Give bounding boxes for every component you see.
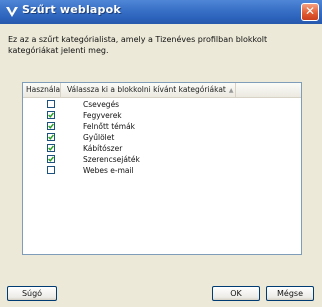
list-item[interactable]: Webes e-mail — [23, 165, 301, 176]
list-item[interactable]: Felnőtt témák — [23, 121, 301, 132]
close-button[interactable]: ✕ — [301, 3, 319, 21]
title-bar[interactable]: Szűrt weblapok ✕ — [0, 0, 322, 24]
category-label: Csevegés — [83, 100, 120, 109]
checkmark-icon — [48, 112, 54, 118]
checkmark-icon — [48, 134, 54, 140]
column-header-category[interactable]: Válassza ki a blokkolni kívánt kategóriá… — [61, 83, 236, 97]
column-header-usage[interactable]: Használa... — [23, 83, 61, 97]
category-label: Fegyverek — [83, 111, 122, 120]
list-item[interactable]: Szerencsejáték — [23, 154, 301, 165]
list-item[interactable]: Fegyverek — [23, 110, 301, 121]
list-item[interactable]: Csevegés — [23, 99, 301, 110]
category-checkbox-checked[interactable] — [47, 133, 55, 141]
category-checkbox[interactable] — [47, 100, 55, 108]
checkmark-icon — [48, 123, 54, 129]
checkmark-icon — [48, 156, 54, 162]
help-button[interactable]: Súgó — [7, 286, 57, 301]
list-rows: Csevegés Fegyverek Felnőtt témák Gyűlöle… — [23, 99, 301, 176]
category-checkbox-checked[interactable] — [47, 122, 55, 130]
checkmark-icon — [48, 145, 54, 151]
category-list[interactable]: Használa... Válassza ki a blokkolni kívá… — [22, 82, 302, 255]
category-label: Gyűlölet — [83, 133, 115, 142]
category-label: Kábítószer — [83, 144, 123, 153]
list-header: Használa... Válassza ki a blokkolni kívá… — [23, 83, 301, 98]
list-item[interactable]: Kábítószer — [23, 143, 301, 154]
dialog-title: Szűrt weblapok — [22, 3, 121, 16]
column-header-category-label: Válassza ki a blokkolni kívánt kategóriá… — [67, 85, 226, 94]
category-checkbox-checked[interactable] — [47, 144, 55, 152]
filtered-webpages-dialog: Szűrt weblapok ✕ Ez az a szűrt kategória… — [0, 0, 322, 307]
app-icon — [6, 7, 18, 17]
category-checkbox-checked[interactable] — [47, 155, 55, 163]
category-label: Webes e-mail — [83, 166, 134, 175]
cancel-button[interactable]: Mégse — [266, 286, 314, 301]
sort-ascending-icon: ▲ — [228, 87, 234, 94]
category-checkbox[interactable] — [47, 166, 55, 174]
description-text: Ez az a szűrt kategórialista, amely a Ti… — [8, 35, 268, 55]
close-icon: ✕ — [304, 4, 316, 18]
category-label: Felnőtt témák — [83, 122, 136, 131]
category-label: Szerencsejáték — [83, 155, 140, 164]
category-checkbox-checked[interactable] — [47, 111, 55, 119]
ok-button[interactable]: OK — [212, 286, 260, 301]
list-item[interactable]: Gyűlölet — [23, 132, 301, 143]
